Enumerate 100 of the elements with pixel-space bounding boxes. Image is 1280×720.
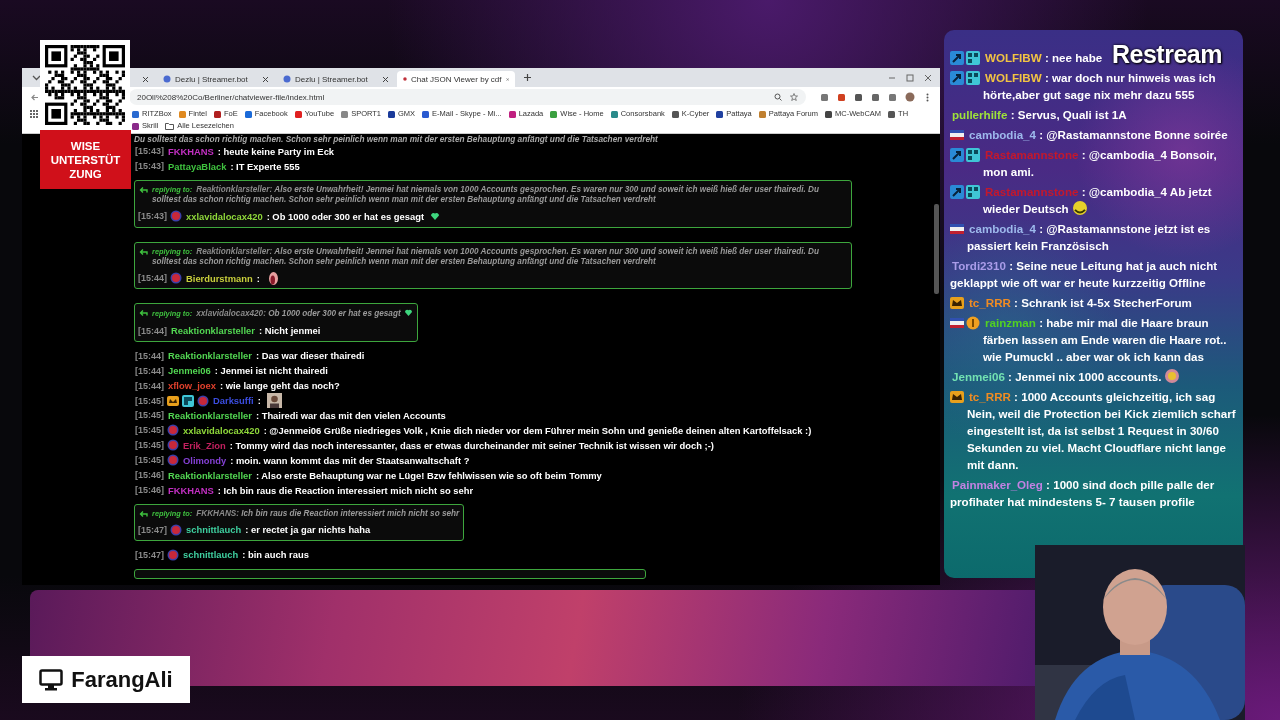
message-text: : Das war dieser thairedi — [255, 350, 365, 362]
caption-text: ZUNG — [69, 167, 102, 181]
username[interactable]: Reaktionklarsteller — [168, 409, 252, 421]
favicon-icon — [163, 75, 171, 83]
square-badge-icon — [182, 394, 194, 407]
username[interactable]: schnittlauch — [183, 549, 239, 561]
username[interactable]: Bierdurstmann — [186, 272, 253, 284]
message-text: : — [256, 272, 260, 284]
favicon-icon — [716, 110, 724, 118]
emblem-icon — [170, 523, 182, 536]
maximize-icon — [906, 73, 914, 82]
chat-text: Du solltest das schon richtig machen. Schon sehr peinlich wenn man mit der ersten Behauptung anfängt und die Tatsachen verdreht — [134, 134, 658, 144]
message-text: : Thairedi war das mit den vielen Accounts — [255, 409, 446, 421]
new-tab-icon — [523, 73, 532, 82]
medal-icon — [1164, 368, 1181, 384]
message-text: : Nicht jenmei — [258, 325, 321, 337]
smiley-icon — [1071, 200, 1088, 216]
timestamp: [15:45] — [135, 440, 164, 451]
back-icon — [30, 92, 39, 102]
username[interactable]: Jenmei06 — [168, 365, 211, 377]
browser-tab[interactable]: Dezlu | Streamer.bot — [157, 71, 275, 87]
timestamp: [15:47] — [135, 549, 164, 560]
browser-tab[interactable]: Dezlu | Streamer.bot — [277, 71, 395, 87]
username[interactable]: xxlavidalocax420 — [186, 210, 263, 222]
reply-arrow-icon — [139, 185, 148, 193]
chat-message: pullerhilfe : Servus, Quali ist 1A — [951, 108, 1127, 121]
timestamp: [15:45] — [135, 410, 164, 421]
favicon-icon — [213, 110, 221, 118]
timestamp: [15:47] — [138, 524, 167, 535]
heart-icon — [403, 308, 413, 318]
username[interactable]: FKKHANS — [168, 484, 214, 496]
chat-message: Rastamannstone : @cambodia_4 Bonsoir, mon ami. — [983, 148, 1217, 178]
timestamp: [15:43] — [135, 146, 164, 157]
flag-icon — [950, 222, 964, 236]
favicon-icon — [422, 110, 430, 118]
address-bar[interactable]: 20Oll%208%20Co/Berliner/chatviewer-file/index.html — [129, 89, 806, 105]
crown-icon — [950, 390, 964, 404]
close-icon — [505, 75, 509, 83]
star-icon — [790, 93, 798, 101]
username[interactable]: PattayaBlack — [168, 160, 227, 172]
reply-arrow-icon — [139, 309, 148, 317]
username[interactable]: Erik_Zion — [183, 439, 226, 451]
timestamp: [15:46] — [135, 485, 164, 496]
chat-message: WOLFIBW : war doch nur hinweis was ich hörte,aber gut sage nix mehr dazu 555 — [983, 71, 1216, 101]
message-text: : heute keine Party im Eck — [217, 145, 335, 157]
chat-message: cambodia_4 : @Rastamannstone jetzt ist es passiert kein Französisch — [967, 222, 1211, 252]
heart-icon — [430, 211, 440, 222]
timestamp: [15:44] — [135, 365, 164, 376]
favicon-icon — [550, 110, 558, 118]
message-text: : er rectet ja gar nichts haha — [245, 524, 371, 536]
chat-message: tc_RRR : Schrank ist 4-5x StecherForum — [968, 296, 1192, 309]
monitor-icon — [39, 668, 64, 691]
username[interactable]: FKKHANS — [168, 145, 214, 157]
timestamp: [15:44] — [135, 350, 164, 361]
chat-message: rainzman : habe mir mal die Haare braun färben lassen am Ende waren die Haare rot.. wie Pumuckl .. aber war ok ich kann das — [983, 316, 1227, 363]
apps-icon — [30, 110, 38, 118]
username[interactable]: Reaktionklarsteller — [171, 325, 255, 337]
chat-message: cambodia_4 : @Rastamannstone Bonne soirée — [968, 128, 1228, 141]
timestamp: [15:44] — [138, 273, 167, 284]
favicon-icon — [610, 110, 618, 118]
chat-message: WOLFIBW : nee habe — [984, 51, 1103, 64]
message-text: : bin auch raus — [242, 549, 309, 561]
favicon-icon — [403, 75, 407, 83]
emblem-icon — [170, 272, 182, 285]
channel-name: FarangAli — [71, 666, 173, 693]
message-text: : Jenmei ist nicht thairedi — [214, 365, 328, 377]
caption-text: UNTERSTÜT — [50, 153, 121, 167]
message-text: : Ob 1000 oder 300 er hat es gesagt — [266, 210, 424, 222]
logo-text: Restream — [1112, 40, 1222, 69]
favicon-icon — [294, 110, 302, 118]
message-text: : wie lange geht das noch? — [219, 380, 340, 392]
chat-message: Painmaker_Oleg : 1000 sind doch pille palle der profihater hat mindestens 5- 7 tausen profile — [950, 478, 1215, 508]
chat-message: tc_RRR : 1000 Accounts gleichzeitig, ich sag Nein, weil die Protection bei Kick ziemlich scharf eingestellt ist, da ist selbst 1 Request in 30/60 Sekunden zu viel. Macht Cloudflare nicht lange mit dann. — [967, 390, 1236, 471]
favicon-icon — [671, 110, 679, 118]
favicon-icon — [388, 110, 395, 118]
message-text: : Tommy wird das noch interessanter, dass er etwas durcheinander mit seiner Technik ist wissen wir doch ;-) — [229, 439, 714, 451]
favicon-icon — [341, 110, 349, 118]
username[interactable]: Reaktionklarsteller — [168, 469, 252, 481]
username[interactable]: Olimondy — [183, 454, 227, 466]
emblem-icon — [167, 439, 179, 452]
timestamp: [15:44] — [135, 380, 164, 391]
browser-tab[interactable]: Chat JSON Viewer by cdf — [397, 71, 515, 87]
username[interactable]: Reaktionklarsteller — [168, 350, 252, 362]
chat-message: Tordi2310 : Seine neue Leitung hat ja auch nicht geklappt wie oft war er heute kurzzeitig Offline — [950, 259, 1218, 289]
username[interactable]: xxlavidalocax420 — [183, 424, 260, 436]
scrollbar[interactable] — [934, 204, 939, 294]
favicon-icon — [825, 110, 832, 118]
arrow-badge-icon — [950, 148, 964, 162]
timestamp: [15:45] — [135, 395, 164, 406]
message-text: : Ich bin raus die Reaction interessiert mich nicht so sehr — [217, 484, 474, 496]
square-badge-icon — [966, 185, 980, 199]
emblem-icon — [167, 454, 179, 467]
favicon-icon — [244, 110, 252, 118]
timestamp: [15:43] — [138, 211, 167, 222]
username[interactable]: xflow_joex — [168, 380, 216, 392]
username[interactable]: schnittlauch — [186, 524, 242, 536]
timestamp: [15:43] — [135, 161, 164, 172]
folder-icon — [165, 122, 175, 130]
chat-message: Jenmei06 : Jenmei nix 1000 accounts. — [950, 370, 1181, 383]
reply-arrow-icon — [139, 509, 148, 517]
